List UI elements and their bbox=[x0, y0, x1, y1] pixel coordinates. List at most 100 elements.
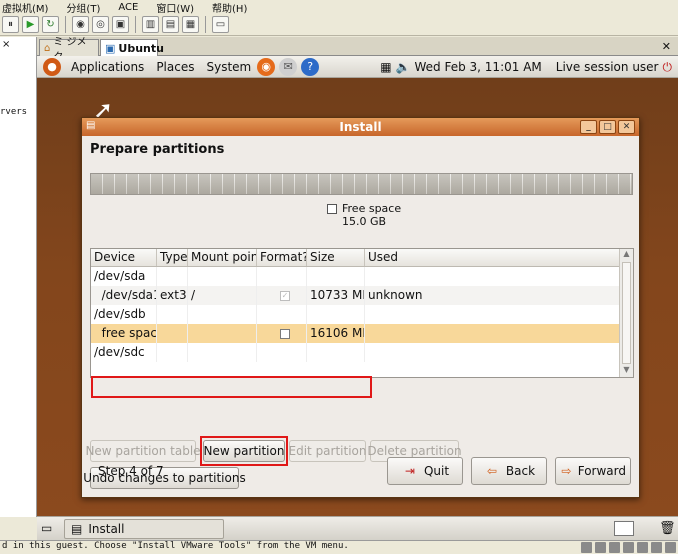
cell-size: 10733 MB bbox=[307, 286, 365, 305]
free-space-swatch bbox=[327, 204, 337, 214]
window-title: Install bbox=[339, 120, 382, 134]
places-menu[interactable]: Places bbox=[150, 60, 200, 74]
table-row[interactable]: /dev/sdc bbox=[91, 343, 633, 362]
forward-label: Forward bbox=[577, 464, 626, 478]
reset-icon[interactable]: ↻ bbox=[42, 16, 59, 33]
menu-vm[interactable]: 虚拟机(M) bbox=[2, 0, 48, 15]
table-row[interactable]: /dev/sda bbox=[91, 267, 633, 286]
cell-type bbox=[157, 267, 188, 286]
cell-used: unknown bbox=[365, 286, 624, 305]
cell-type bbox=[157, 324, 188, 343]
system-menu[interactable]: System bbox=[200, 60, 257, 74]
floppy-icon[interactable] bbox=[609, 542, 620, 553]
device-icons bbox=[581, 542, 676, 553]
cell-size bbox=[307, 343, 365, 362]
play-icon[interactable]: ▶ bbox=[22, 16, 39, 33]
menu-ace[interactable]: ACE bbox=[118, 2, 138, 13]
scroll-down-icon[interactable]: ▼ bbox=[620, 365, 633, 377]
gnome-top-panel: ● Applications Places System ◉ ✉ ? ▦ 🔈 W… bbox=[37, 56, 678, 78]
installer-icon: ▤ bbox=[86, 120, 96, 131]
edit-partition-button[interactable]: Edit partition bbox=[289, 440, 367, 462]
col-size[interactable]: Size bbox=[307, 249, 365, 266]
suspend-icon[interactable]: ⏸ bbox=[2, 16, 19, 33]
tab-home[interactable]: ⌂ ミ ジメク bbox=[39, 37, 99, 63]
col-mount[interactable]: Mount point bbox=[188, 249, 257, 266]
table-row[interactable]: /dev/sdb bbox=[91, 305, 633, 324]
menu-help[interactable]: 帮助(H) bbox=[212, 0, 247, 15]
snapshot-manager-icon[interactable]: ▣ bbox=[112, 16, 129, 33]
cell-device: /dev/sda1 bbox=[91, 286, 157, 305]
workspace-icon[interactable] bbox=[614, 521, 634, 536]
tab-ubuntu[interactable]: ▣ Ubuntu bbox=[100, 39, 164, 56]
volume-icon[interactable]: 🔈 bbox=[396, 60, 411, 74]
cell-size bbox=[307, 267, 365, 286]
minimize-icon[interactable]: _ bbox=[580, 120, 597, 134]
console-view-icon[interactable]: ▭ bbox=[212, 16, 229, 33]
format-checkbox[interactable] bbox=[280, 328, 290, 339]
col-device[interactable]: Device bbox=[91, 249, 157, 266]
cell-size bbox=[307, 305, 365, 324]
quit-icon: ⇥ bbox=[404, 464, 415, 478]
menu-window[interactable]: 窗口(W) bbox=[156, 0, 194, 15]
partition-table: Device Type Mount point Format? Size Use… bbox=[90, 248, 634, 378]
fullscreen-icon[interactable]: ▦ bbox=[182, 16, 199, 33]
scroll-up-icon[interactable]: ▲ bbox=[620, 249, 633, 261]
tab-close-icon[interactable]: ✕ bbox=[662, 40, 671, 53]
revert-icon[interactable]: ◎ bbox=[92, 16, 109, 33]
hdd-icon[interactable] bbox=[581, 542, 592, 553]
panel-right: ▦ 🔈 Wed Feb 3, 11:01 AM Live session use… bbox=[380, 56, 672, 78]
disk-legend: Free space bbox=[327, 202, 401, 215]
forward-arrow-icon: ⇨ bbox=[561, 464, 572, 478]
home-icon: ⌂ bbox=[44, 42, 51, 54]
mail-icon[interactable]: ✉ bbox=[279, 57, 298, 76]
sidebar-toggle-icon[interactable]: ▥ bbox=[142, 16, 159, 33]
taskbar-install-button[interactable]: ▤ Install bbox=[64, 519, 224, 539]
cell-device: /dev/sda bbox=[91, 267, 157, 286]
message-icon[interactable] bbox=[665, 542, 676, 553]
applications-menu[interactable]: Applications bbox=[65, 60, 150, 74]
trash-icon[interactable]: 🗑 bbox=[659, 521, 676, 536]
scroll-thumb[interactable] bbox=[622, 262, 631, 364]
host-menubar: 虚拟机(M) 分组(T) ACE 窗口(W) 帮助(H) bbox=[0, 0, 678, 15]
usb-icon[interactable] bbox=[637, 542, 648, 553]
cell-type: ext3 bbox=[157, 286, 188, 305]
guest-screen: ● Applications Places System ◉ ✉ ? ▦ 🔈 W… bbox=[37, 56, 678, 540]
snapshot-icon[interactable]: ◉ bbox=[72, 16, 89, 33]
annotation-highlight-row bbox=[91, 376, 372, 398]
quit-label: Quit bbox=[423, 464, 450, 478]
window-close-icon[interactable]: ✕ bbox=[618, 120, 635, 134]
firefox-icon[interactable]: ◉ bbox=[257, 57, 276, 76]
clock[interactable]: Wed Feb 3, 11:01 AM bbox=[415, 60, 542, 74]
new-partition-table-button[interactable]: New partition table bbox=[85, 440, 201, 462]
cell-used bbox=[365, 305, 624, 324]
gnome-bottom-panel: ▭ ▤ Install 🗑 bbox=[37, 516, 678, 540]
shutdown-icon[interactable]: ⏻ bbox=[663, 60, 673, 75]
show-desktop-icon[interactable]: ▭ bbox=[41, 521, 52, 535]
quit-button[interactable]: ⇥ Quit bbox=[387, 457, 463, 485]
close-icon[interactable]: × bbox=[2, 39, 10, 50]
sidebar-text-fragment: rvers bbox=[0, 107, 28, 117]
menu-group[interactable]: 分组(T) bbox=[66, 0, 100, 15]
format-checkbox: ✓ bbox=[280, 290, 290, 301]
col-format[interactable]: Format? bbox=[257, 249, 307, 266]
forward-button[interactable]: ⇨ Forward bbox=[555, 457, 631, 485]
window-titlebar[interactable]: ▤ Install _ □ ✕ bbox=[82, 118, 639, 136]
table-row[interactable]: /dev/sda1 ext3 / ✓ 10733 MB unknown bbox=[91, 286, 633, 305]
network-icon[interactable]: ▦ bbox=[380, 60, 391, 74]
network-adapter-icon[interactable] bbox=[623, 542, 634, 553]
back-button[interactable]: ⇦ Back bbox=[471, 457, 547, 485]
table-scrollbar[interactable]: ▲ ▼ bbox=[619, 249, 633, 377]
col-type[interactable]: Type bbox=[157, 249, 188, 266]
sound-icon[interactable] bbox=[651, 542, 662, 553]
help-icon[interactable]: ? bbox=[301, 57, 320, 76]
installer-window: ▤ Install _ □ ✕ Prepare partitions Free … bbox=[81, 117, 640, 498]
quick-switch-icon[interactable]: ▤ bbox=[162, 16, 179, 33]
maximize-icon[interactable]: □ bbox=[599, 120, 616, 134]
col-used[interactable]: Used bbox=[365, 249, 624, 266]
taskbar-install-label: Install bbox=[88, 522, 125, 536]
table-row-selected[interactable]: free space 16106 MB bbox=[91, 324, 633, 343]
user-menu[interactable]: Live session user bbox=[556, 60, 659, 74]
cdrom-icon[interactable] bbox=[595, 542, 606, 553]
cell-used bbox=[365, 267, 624, 286]
back-label: Back bbox=[505, 464, 536, 478]
